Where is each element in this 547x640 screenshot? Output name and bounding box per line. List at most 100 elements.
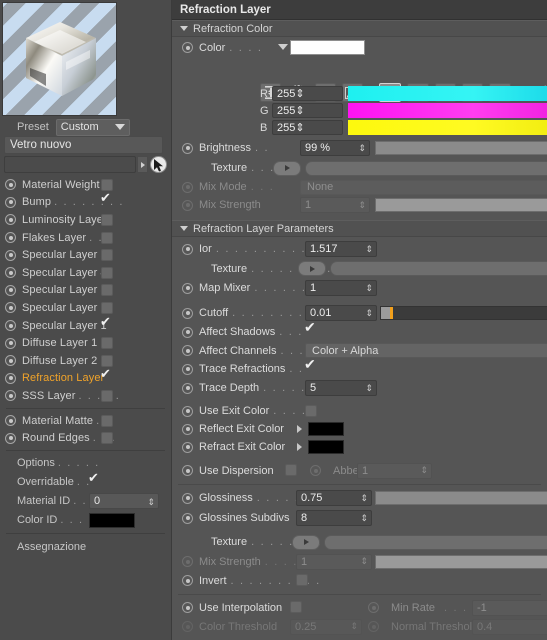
map-mixer-input[interactable]: 1 ⇕ xyxy=(305,280,377,296)
spinner-icon[interactable]: ⇕ xyxy=(358,200,366,211)
pick-object-button[interactable] xyxy=(150,156,168,173)
mix-strength-input[interactable]: 1 ⇕ xyxy=(300,197,370,213)
material-name-input[interactable]: Vetro nuovo xyxy=(4,136,163,154)
spinner-icon[interactable]: ⇕ xyxy=(358,143,366,154)
normal-threshold-radio-icon[interactable] xyxy=(368,621,379,632)
group-header-refraction-params[interactable]: Refraction Layer Parameters xyxy=(172,220,547,237)
color-id-swatch[interactable] xyxy=(89,512,135,528)
overridable-row[interactable]: Overridable . . xyxy=(0,471,171,492)
spinner-icon[interactable]: ⇕ xyxy=(295,104,304,117)
group-header-refraction-color[interactable]: Refraction Color xyxy=(172,20,547,37)
layer-row-refraction[interactable]: Refraction Layer xyxy=(0,367,171,388)
layer-checkbox[interactable] xyxy=(101,389,113,402)
reflect-exit-color-swatch[interactable] xyxy=(308,422,344,436)
use-interpolation-checkbox[interactable] xyxy=(290,601,302,613)
layer-radio-icon[interactable] xyxy=(5,267,16,279)
overridable-checkbox[interactable] xyxy=(88,471,101,488)
layer-checkbox[interactable] xyxy=(101,231,113,244)
cutoff-radio-icon[interactable] xyxy=(182,307,193,319)
layer-checkbox[interactable] xyxy=(101,301,113,314)
chevron-down-icon[interactable] xyxy=(278,44,288,50)
trace-depth-radio-icon[interactable] xyxy=(182,382,193,394)
layer-row[interactable]: Specular Layer 3 xyxy=(0,282,171,300)
layer-checkbox[interactable] xyxy=(100,315,113,332)
layer-checkbox[interactable] xyxy=(101,354,113,367)
layer-radio-icon[interactable] xyxy=(5,232,16,244)
channel-slider-g[interactable] xyxy=(348,103,547,118)
use-interpolation-radio-icon[interactable] xyxy=(182,602,193,613)
texture-arrow-button[interactable] xyxy=(273,160,301,176)
affect-channels-radio-icon[interactable] xyxy=(182,345,193,356)
affect-channels-dropdown[interactable]: Color + Alpha xyxy=(305,343,547,358)
glossiness-input[interactable]: 0.75 ⇕ xyxy=(296,490,372,506)
spinner-icon[interactable]: ⇕ xyxy=(365,383,373,394)
layer-row[interactable]: Flakes Layer . . . xyxy=(0,229,171,247)
normal-threshold-input[interactable]: 0.4 ⇕ xyxy=(472,618,547,635)
layer-checkbox[interactable] xyxy=(101,284,113,297)
layer-row[interactable]: Specular Layer 4 xyxy=(0,264,171,282)
ior-texture-slot[interactable] xyxy=(330,261,547,276)
channel-input-g[interactable]: 255 ⇕ xyxy=(272,103,343,118)
layer-checkbox[interactable] xyxy=(100,191,113,208)
layer-row[interactable]: Luminosity Layer xyxy=(0,211,171,229)
use-exit-color-radio-icon[interactable] xyxy=(182,405,193,417)
ior-texture-arrow-button[interactable] xyxy=(298,261,326,276)
channel-slider-r[interactable] xyxy=(348,86,547,101)
triangle-right-icon[interactable] xyxy=(297,425,302,433)
brightness-input[interactable]: 99 % ⇕ xyxy=(300,140,370,156)
glossiness-subdivs-radio-icon[interactable] xyxy=(182,512,193,524)
color-radio-icon[interactable] xyxy=(182,42,193,53)
refract-exit-color-radio-icon[interactable] xyxy=(182,441,193,453)
layer-checkbox[interactable] xyxy=(101,337,113,350)
material-id-input[interactable]: 0 ⇕ xyxy=(89,493,159,510)
gloss-texture-arrow-button[interactable] xyxy=(292,534,320,550)
min-rate-radio-icon[interactable] xyxy=(368,602,379,613)
spinner-icon[interactable]: ⇕ xyxy=(420,465,428,476)
gloss-mix-strength-radio-icon[interactable] xyxy=(182,556,193,567)
layer-radio-icon[interactable] xyxy=(5,432,16,444)
gloss-mix-strength-input[interactable]: 1 ⇕ xyxy=(296,553,372,570)
layer-radio-icon[interactable] xyxy=(5,320,16,332)
layer-row[interactable]: Diffuse Layer 2 xyxy=(0,352,171,370)
layer-row[interactable]: Material Matte . . xyxy=(0,412,171,430)
layer-row[interactable]: Material Weight xyxy=(0,176,171,194)
spinner-icon[interactable]: ⇕ xyxy=(295,87,304,100)
mix-mode-radio-icon[interactable] xyxy=(182,181,193,193)
refract-exit-color-swatch[interactable] xyxy=(308,440,344,454)
reflect-exit-color-radio-icon[interactable] xyxy=(182,423,193,435)
layer-radio-icon[interactable] xyxy=(5,302,16,314)
material-preview-thumbnail[interactable] xyxy=(2,2,117,116)
layer-row[interactable]: Specular Layer 2 xyxy=(0,299,171,317)
spinner-icon[interactable]: ⇕ xyxy=(147,495,155,509)
layer-checkbox[interactable] xyxy=(101,432,113,445)
triangle-right-icon[interactable] xyxy=(297,443,302,451)
layer-radio-icon[interactable] xyxy=(5,214,16,226)
cutoff-slider[interactable] xyxy=(380,306,547,320)
texture-slot[interactable] xyxy=(305,160,547,176)
layer-checkbox[interactable] xyxy=(101,266,113,279)
channel-slider-b[interactable] xyxy=(348,120,547,135)
layer-row[interactable]: Diffuse Layer 1 . xyxy=(0,334,171,352)
spinner-icon[interactable]: ⇕ xyxy=(365,244,373,255)
invert-checkbox[interactable] xyxy=(296,574,308,586)
cutoff-slider-knob[interactable] xyxy=(381,307,390,319)
trace-refractions-checkbox[interactable] xyxy=(304,357,317,375)
layer-checkbox[interactable] xyxy=(100,367,113,384)
spinner-icon[interactable]: ⇕ xyxy=(360,513,368,524)
glossiness-subdivs-input[interactable]: 8 ⇕ xyxy=(296,510,372,526)
layer-checkbox[interactable] xyxy=(101,213,113,226)
preset-dropdown[interactable]: Custom xyxy=(55,118,130,136)
material-path-input[interactable] xyxy=(4,156,136,173)
mix-strength-radio-icon[interactable] xyxy=(182,199,193,211)
layer-radio-icon[interactable] xyxy=(5,196,16,208)
channel-input-b[interactable]: 255 ⇕ xyxy=(272,120,343,135)
layer-checkbox[interactable] xyxy=(101,178,113,191)
layer-row[interactable]: Bump . . . . . . . . xyxy=(0,191,171,212)
spinner-icon[interactable]: ⇕ xyxy=(295,121,304,134)
gloss-mix-strength-slider[interactable] xyxy=(375,554,547,569)
use-dispersion-checkbox[interactable] xyxy=(285,464,297,476)
glossiness-radio-icon[interactable] xyxy=(182,492,193,504)
layer-radio-icon[interactable] xyxy=(5,390,16,402)
layer-radio-icon[interactable] xyxy=(5,284,16,296)
layer-radio-icon[interactable] xyxy=(5,337,16,349)
